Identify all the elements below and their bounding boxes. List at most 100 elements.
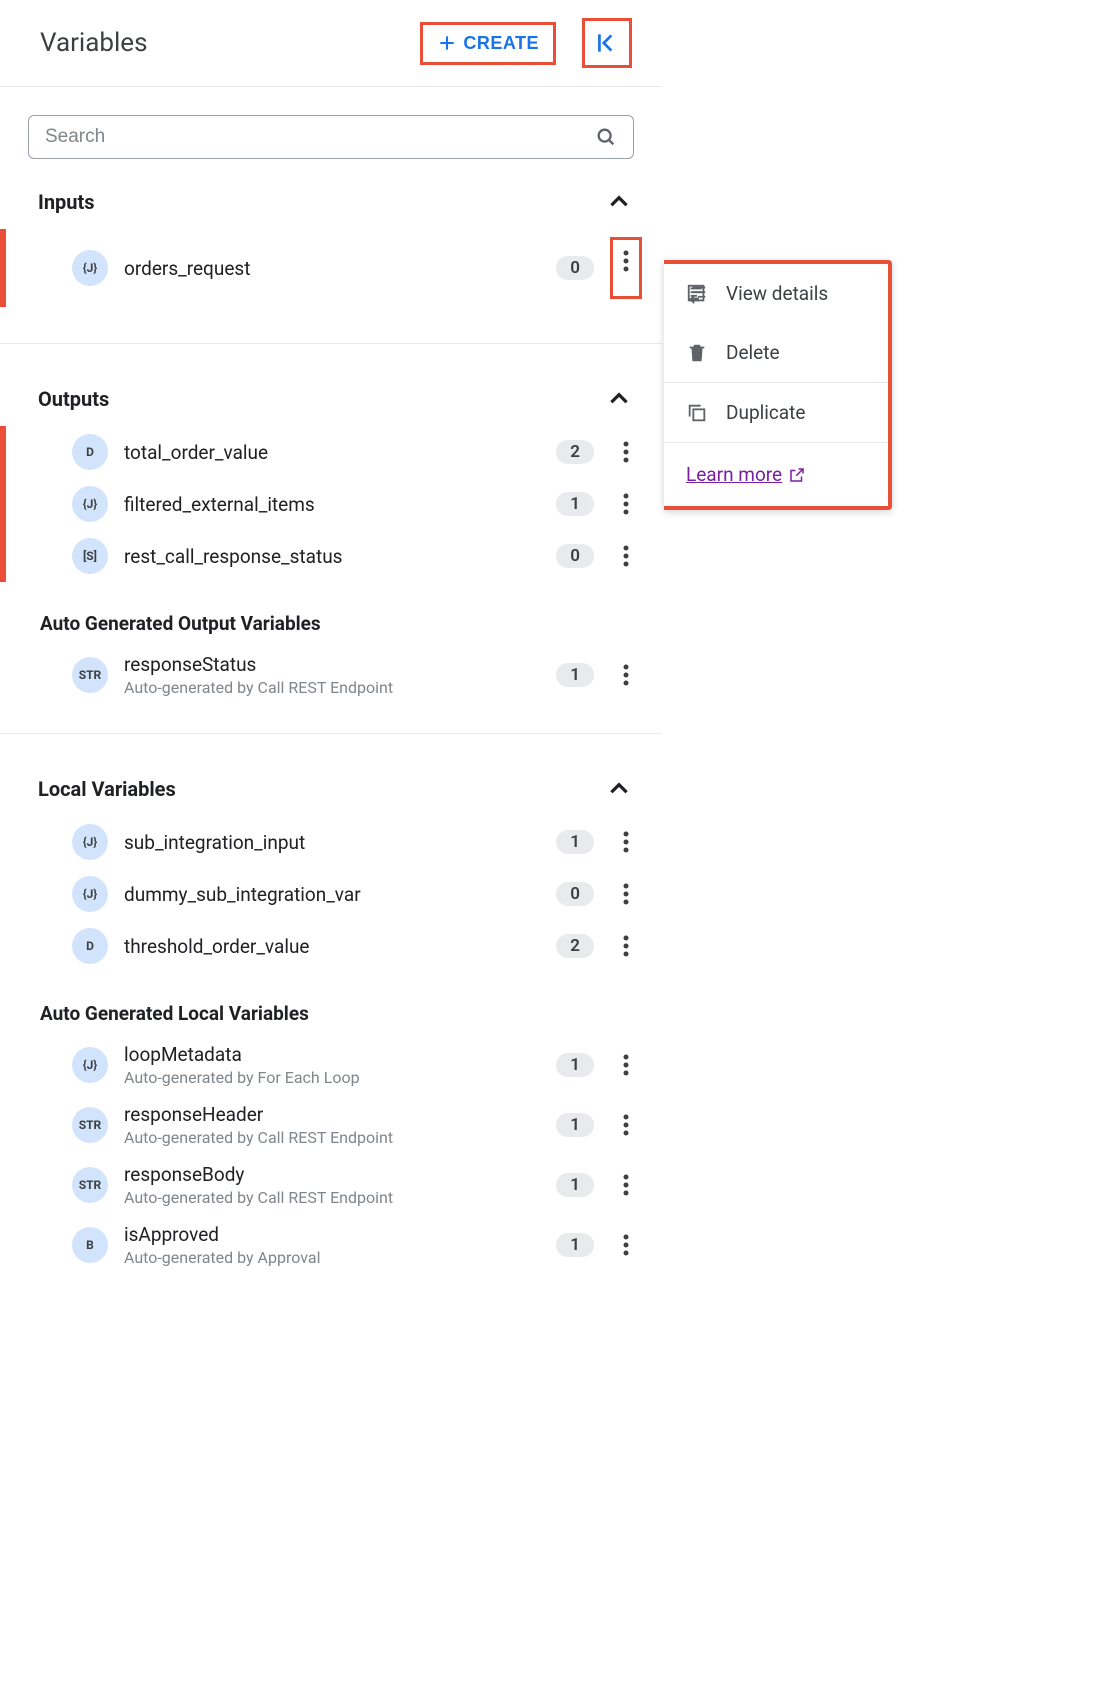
type-badge: STR <box>72 1107 108 1143</box>
variable-row[interactable]: [S] rest_call_response_status 0 <box>0 530 662 582</box>
type-badge: B <box>72 1227 108 1263</box>
variable-row[interactable]: {J} filtered_external_items 1 <box>0 478 662 530</box>
variable-name: responseStatus <box>124 653 540 676</box>
more-actions-button[interactable] <box>610 825 642 859</box>
variable-row[interactable]: {J} sub_integration_input 1 <box>0 816 662 868</box>
more-vert-icon <box>623 883 629 905</box>
variable-name: threshold_order_value <box>124 935 540 958</box>
type-badge: {J} <box>72 486 108 522</box>
type-badge: {J} <box>72 876 108 912</box>
variable-name: isApproved <box>124 1223 540 1246</box>
search-box[interactable] <box>28 115 634 159</box>
variable-name: dummy_sub_integration_var <box>124 883 540 906</box>
chevron-up-icon <box>606 776 632 802</box>
type-badge: {J} <box>72 250 108 286</box>
usage-count: 2 <box>556 440 594 464</box>
more-actions-button[interactable] <box>610 539 642 573</box>
type-badge: {J} <box>72 824 108 860</box>
usage-count: 1 <box>556 1173 594 1197</box>
variable-text: rest_call_response_status <box>124 545 540 568</box>
type-badge: STR <box>72 1167 108 1203</box>
more-vert-icon <box>623 1234 629 1256</box>
variable-name: responseHeader <box>124 1103 540 1126</box>
usage-count: 1 <box>556 1053 594 1077</box>
menu-item-view-details[interactable]: View details <box>664 264 888 323</box>
variable-subtext: Auto-generated by Call REST Endpoint <box>124 1188 540 1207</box>
variable-row[interactable]: STR responseStatus Auto-generated by Cal… <box>0 645 662 705</box>
external-link-icon <box>788 466 806 484</box>
variable-row[interactable]: STR responseHeader Auto-generated by Cal… <box>0 1095 662 1155</box>
variable-name: rest_call_response_status <box>124 545 540 568</box>
more-actions-button[interactable] <box>610 435 642 469</box>
more-actions-button[interactable] <box>610 1228 642 1262</box>
variable-row[interactable]: {J} loopMetadata Auto-generated by For E… <box>0 1035 662 1095</box>
section-title: Local Variables <box>38 777 606 801</box>
variable-name: filtered_external_items <box>124 493 540 516</box>
variable-text: orders_request <box>124 257 540 280</box>
section-header-outputs[interactable]: Outputs <box>0 372 662 426</box>
collapse-left-icon <box>594 30 620 56</box>
usage-count: 1 <box>556 1233 594 1257</box>
menu-item-label: View details <box>726 282 828 305</box>
variable-name: total_order_value <box>124 441 540 464</box>
section-header-locals[interactable]: Local Variables <box>0 762 662 816</box>
variable-subtext: Auto-generated by Call REST Endpoint <box>124 1128 540 1147</box>
type-badge: {J} <box>72 1047 108 1083</box>
variable-subtext: Auto-generated by Approval <box>124 1248 540 1267</box>
more-vert-icon <box>623 1174 629 1196</box>
create-button[interactable]: CREATE <box>420 22 556 65</box>
chevron-up-icon <box>606 189 632 215</box>
collapse-panel-button[interactable] <box>582 18 632 68</box>
more-actions-button[interactable] <box>610 1108 642 1142</box>
variable-text: total_order_value <box>124 441 540 464</box>
usage-count: 0 <box>556 544 594 568</box>
menu-link-label: Learn more <box>686 463 782 486</box>
menu-link-learn-more[interactable]: Learn more <box>664 443 888 506</box>
more-actions-button[interactable] <box>610 1168 642 1202</box>
context-menu: View details Delete Duplicate Learn more <box>664 260 892 510</box>
more-actions-button[interactable] <box>610 929 642 963</box>
duplicate-icon <box>686 402 708 424</box>
variable-name: orders_request <box>124 257 540 280</box>
more-actions-button[interactable] <box>610 1048 642 1082</box>
menu-item-duplicate[interactable]: Duplicate <box>664 383 888 442</box>
usage-count: 0 <box>556 882 594 906</box>
usage-count: 0 <box>556 256 594 280</box>
menu-item-delete[interactable]: Delete <box>664 323 888 382</box>
more-vert-icon <box>623 493 629 515</box>
variable-row[interactable]: D threshold_order_value 2 <box>0 920 662 972</box>
variable-text: filtered_external_items <box>124 493 540 516</box>
section-title: Outputs <box>38 387 606 411</box>
variable-row[interactable]: {J} orders_request 0 <box>0 229 662 307</box>
variable-name: responseBody <box>124 1163 540 1186</box>
variable-name: sub_integration_input <box>124 831 540 854</box>
divider <box>0 733 662 734</box>
more-actions-button[interactable] <box>610 237 642 299</box>
more-vert-icon <box>623 664 629 686</box>
divider <box>0 343 662 344</box>
usage-count: 2 <box>556 934 594 958</box>
usage-count: 1 <box>556 1113 594 1137</box>
chevron-up-icon <box>606 386 632 412</box>
type-badge: [S] <box>72 538 108 574</box>
more-actions-button[interactable] <box>610 487 642 521</box>
type-badge: D <box>72 928 108 964</box>
more-vert-icon <box>623 831 629 853</box>
more-vert-icon <box>623 545 629 567</box>
variable-subtext: Auto-generated by For Each Loop <box>124 1068 540 1087</box>
more-actions-button[interactable] <box>610 877 642 911</box>
variable-row[interactable]: B isApproved Auto-generated by Approval … <box>0 1215 662 1275</box>
search-input[interactable] <box>45 126 585 148</box>
variable-row[interactable]: D total_order_value 2 <box>0 426 662 478</box>
search-container <box>0 87 662 175</box>
menu-item-label: Delete <box>726 341 780 364</box>
variable-row[interactable]: STR responseBody Auto-generated by Call … <box>0 1155 662 1215</box>
section-header-inputs[interactable]: Inputs <box>0 175 662 229</box>
sub-section-title: Auto Generated Output Variables <box>0 582 662 645</box>
more-actions-button[interactable] <box>610 658 642 692</box>
plus-icon <box>437 33 457 53</box>
more-vert-icon <box>623 441 629 463</box>
panel-header: Variables CREATE <box>0 0 662 87</box>
variable-row[interactable]: {J} dummy_sub_integration_var 0 <box>0 868 662 920</box>
menu-item-label: Duplicate <box>726 401 805 424</box>
